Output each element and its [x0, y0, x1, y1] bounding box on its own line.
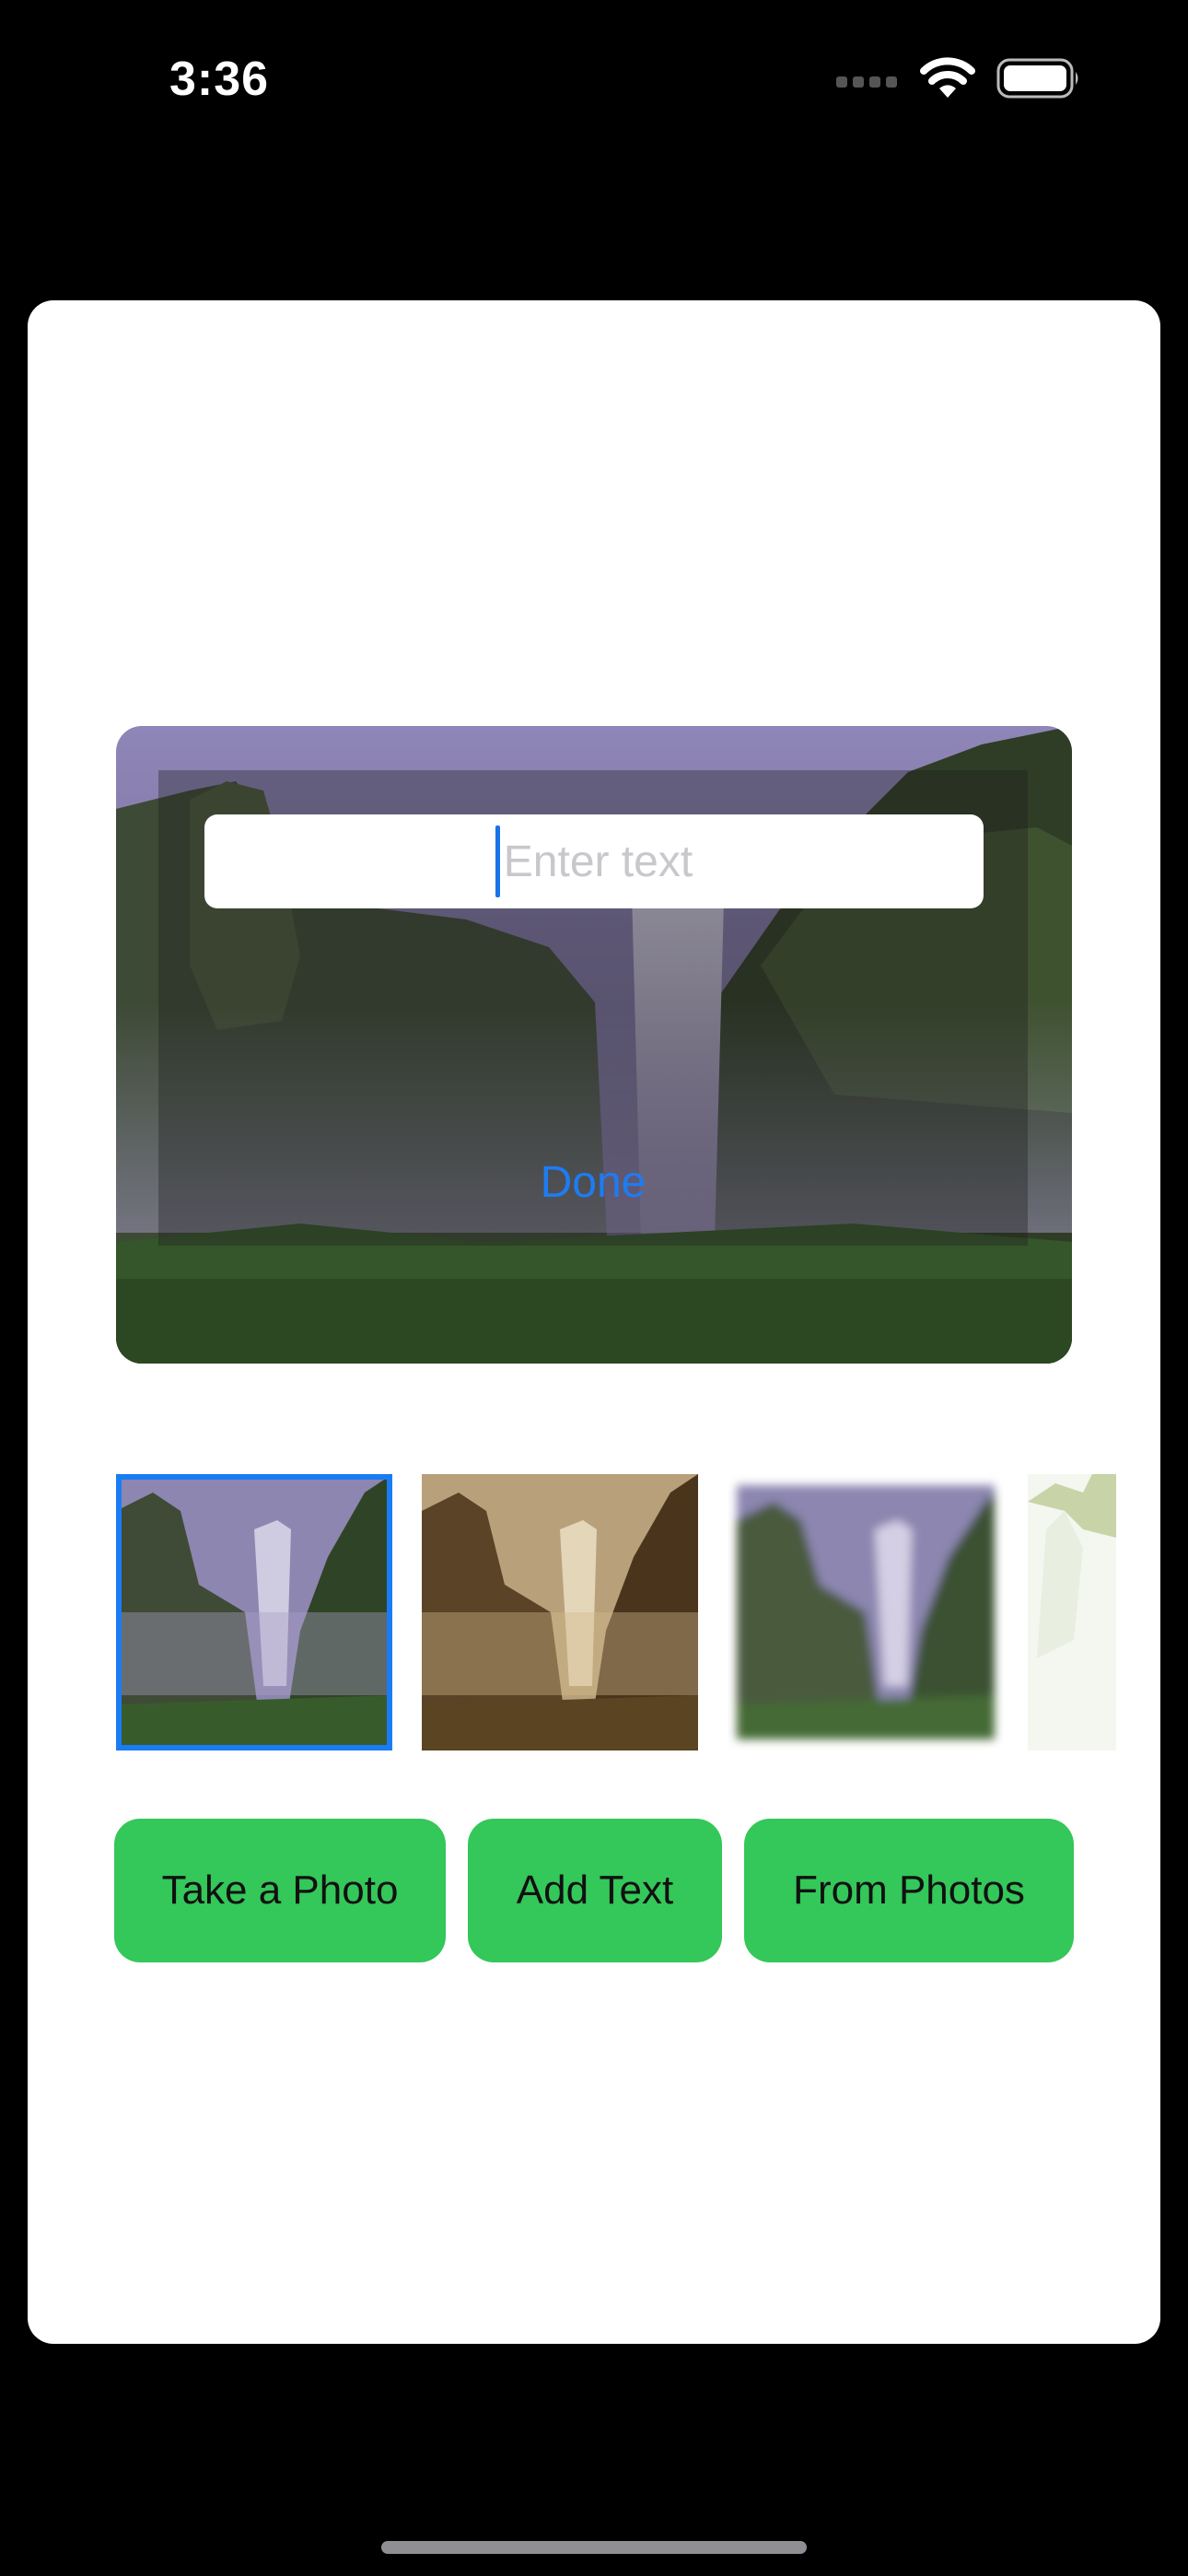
add-text-button[interactable]: Add Text [468, 1819, 722, 1962]
home-indicator[interactable] [381, 2541, 807, 2554]
filter-thumb-original[interactable] [116, 1474, 392, 1751]
text-input[interactable]: Enter text [204, 814, 984, 908]
text-overlay: Enter text Done [158, 770, 1028, 1246]
filter-thumb-blur[interactable] [728, 1474, 1004, 1751]
done-button[interactable]: Done [158, 1157, 1028, 1208]
from-photos-button[interactable]: From Photos [744, 1819, 1074, 1962]
status-icons [836, 57, 1081, 100]
wifi-icon [920, 57, 975, 98]
text-input-placeholder: Enter text [503, 837, 693, 886]
text-caret [495, 825, 500, 897]
battery-icon [996, 58, 1078, 99]
filter-thumb-sepia[interactable] [422, 1474, 698, 1751]
take-photo-button[interactable]: Take a Photo [114, 1819, 446, 1962]
filter-thumb-bright[interactable] [1028, 1474, 1116, 1751]
main-photo[interactable]: Enter text Done [116, 726, 1072, 1364]
status-time: 3:36 [169, 53, 270, 106]
screen: 3:36 Enter text Done Take a Photo Add Te… [0, 0, 1188, 2576]
signal-icon [836, 69, 899, 88]
filter-strip[interactable] [116, 1474, 1116, 1751]
